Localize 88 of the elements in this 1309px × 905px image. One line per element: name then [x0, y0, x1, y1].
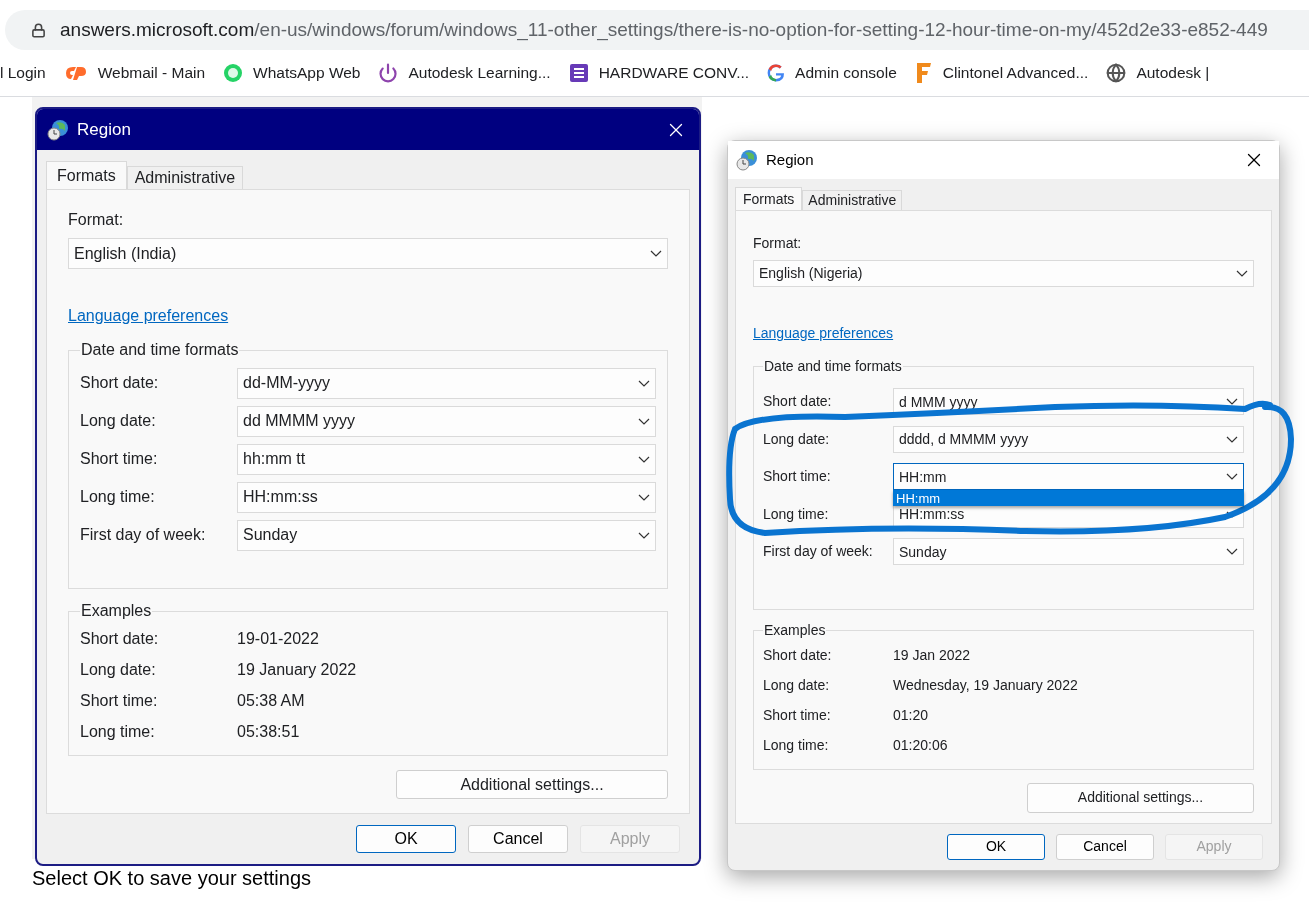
chevron-down-icon	[638, 531, 650, 539]
format-dropdown[interactable]: English (India)	[68, 238, 668, 269]
bookmark[interactable]: Autodesk |	[1106, 61, 1210, 85]
format-dropdown[interactable]: dd MMMM yyyy	[237, 405, 656, 437]
example-value: 19-01-2022	[237, 628, 319, 649]
chevron-down-icon	[650, 250, 662, 257]
field-label: Long date:	[763, 429, 831, 449]
dialog-button[interactable]: Cancel	[468, 825, 568, 853]
lock-icon	[31, 22, 46, 38]
chevron-down-icon	[1226, 548, 1238, 556]
language-preferences-link[interactable]: Language preferences	[68, 304, 229, 328]
format-dropdown[interactable]: dd-MM-yyyy	[237, 367, 656, 399]
globe-clock-icon	[736, 149, 758, 171]
field-label: Short time:	[80, 449, 159, 469]
window-title: Region	[77, 118, 131, 141]
format-dropdown[interactable]: HH:mm:ss	[237, 481, 656, 513]
example-label: Short date:	[80, 628, 160, 649]
bookmark[interactable]: Clintonel Advanced...	[914, 61, 1089, 85]
field-label: Short date:	[763, 392, 833, 412]
example-value: 01:20:06	[893, 736, 948, 755]
globe-clock-icon	[47, 118, 69, 141]
chevron-down-icon	[1226, 435, 1238, 443]
group-title: Examples	[763, 620, 827, 640]
f-logo-icon	[914, 62, 933, 84]
example-value: 01:20	[893, 706, 929, 725]
example-label: Long time:	[763, 736, 830, 755]
tab[interactable]: Administrative	[802, 190, 903, 210]
field-label: Long time:	[763, 504, 830, 524]
example-label: Short time:	[763, 706, 832, 725]
format-label: Format:	[753, 234, 803, 253]
example-label: Short time:	[80, 690, 159, 711]
window-title: Region	[766, 149, 814, 170]
group-title: Date and time formats	[763, 357, 903, 376]
additional-settings-button[interactable]: Additional settings...	[396, 770, 668, 799]
google-g-icon	[767, 64, 786, 82]
address-bar[interactable]: answers.microsoft.com/en-us/windows/forum/windows_11-other_settings/there-is-no-option-for-setting-12-hour-time-on-my/452d2e33-e852-449	[5, 10, 1309, 50]
field-label: Long date:	[80, 411, 157, 431]
bookmark[interactable]: Admin console	[767, 61, 897, 85]
example-value: 19 Jan 2022	[893, 646, 971, 665]
power-icon	[378, 63, 399, 83]
chevron-down-icon	[638, 417, 650, 425]
additional-settings-button[interactable]: Additional settings...	[1027, 782, 1254, 813]
tab[interactable]: Formats	[735, 187, 803, 210]
chevron-down-icon	[1226, 473, 1238, 481]
format-dropdown[interactable]: HH:mm	[893, 463, 1244, 491]
group-title: Date and time formats	[80, 340, 240, 360]
bookmark[interactable]: HARDWARE CONV...	[568, 61, 750, 85]
field-label: Short date:	[80, 373, 160, 393]
dialog-button[interactable]: Cancel	[1056, 833, 1154, 860]
bookmark[interactable]: Webmail - Main	[63, 61, 206, 85]
example-value: 05:38:51	[237, 721, 300, 742]
example-value: 19 January 2022	[237, 659, 357, 680]
bookmark[interactable]: l Login	[0, 61, 46, 85]
example-value: 05:38 AM	[237, 690, 305, 711]
example-label: Long time:	[80, 721, 156, 742]
url-text: answers.microsoft.com/en-us/windows/forum/windows_11-other_settings/there-is-no-option-for-setting-12-hour-time-on-my/452d2e33-e852-449	[60, 17, 1268, 43]
field-label: First day of week:	[763, 542, 874, 562]
example-value: Wednesday, 19 January 2022	[893, 676, 1078, 695]
format-dropdown[interactable]: Sunday	[893, 538, 1244, 566]
field-label: Short time:	[763, 467, 832, 487]
example-label: Long date:	[763, 676, 831, 695]
field-label: First day of week:	[80, 525, 207, 545]
language-preferences-link[interactable]: Language preferences	[753, 323, 894, 344]
chevron-down-icon	[638, 455, 650, 463]
format-dropdown[interactable]: hh:mm tt	[237, 443, 656, 475]
example-label: Long date:	[80, 659, 157, 680]
format-label: Format:	[68, 210, 125, 230]
chevron-down-icon	[1236, 270, 1248, 277]
format-dropdown[interactable]: English (Nigeria)	[753, 260, 1254, 287]
caption-text: Select OK to save your settings	[32, 866, 313, 891]
group-title: Examples	[80, 601, 153, 621]
format-dropdown[interactable]: dddd, d MMMM yyyy	[893, 425, 1244, 453]
list-document-icon	[568, 63, 589, 83]
bookmark[interactable]: Autodesk Learning...	[378, 61, 551, 85]
tab[interactable]: Administrative	[126, 166, 244, 189]
cpanel-logo-icon	[63, 65, 88, 81]
chevron-down-icon	[638, 379, 650, 387]
example-label: Short date:	[763, 646, 833, 665]
field-label: Long time:	[80, 487, 156, 507]
format-dropdown[interactable]: Sunday	[237, 519, 656, 551]
chevron-down-icon	[638, 493, 650, 501]
dialog-button[interactable]: OK	[947, 833, 1045, 860]
chevron-down-icon	[1226, 398, 1238, 406]
bookmark[interactable]: WhatsApp Web	[223, 61, 361, 85]
dialog-button[interactable]: OK	[356, 825, 456, 853]
globe-icon	[1106, 63, 1127, 83]
menu-option[interactable]: HH:mm	[893, 490, 1244, 507]
tab[interactable]: Formats	[46, 161, 127, 189]
